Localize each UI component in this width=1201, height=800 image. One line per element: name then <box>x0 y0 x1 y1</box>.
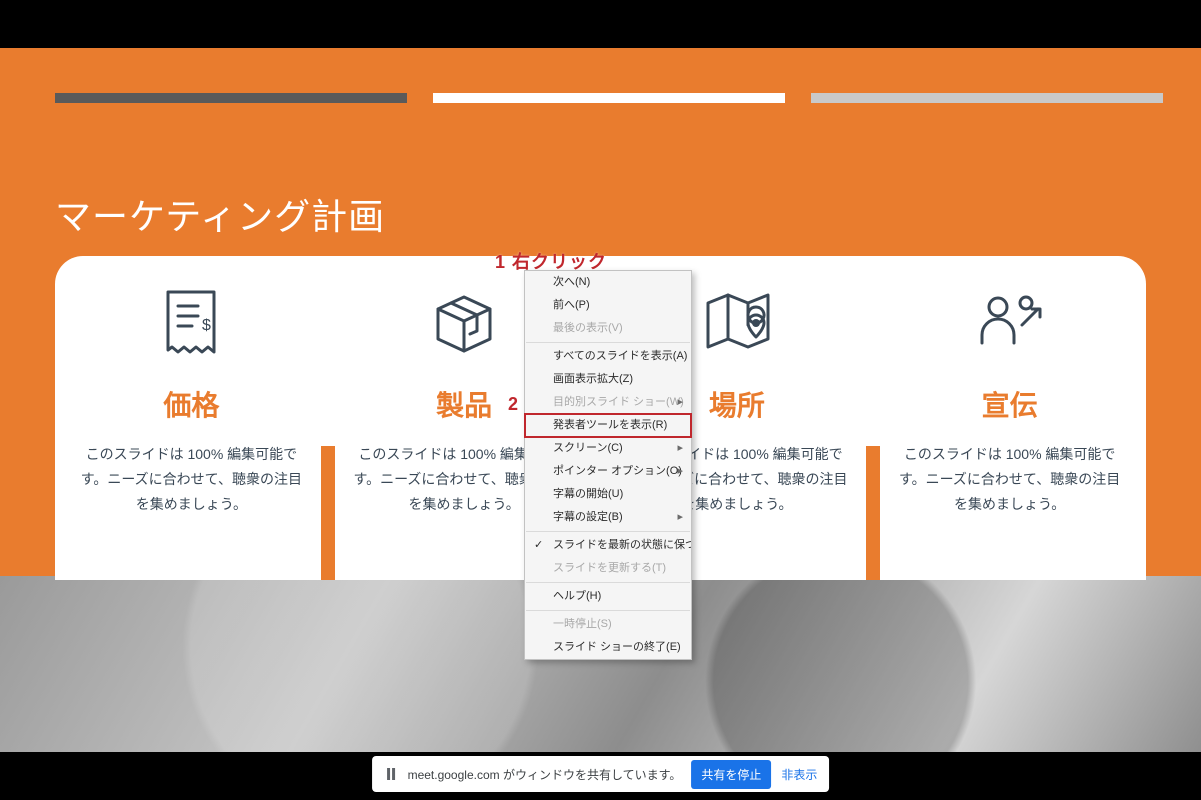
context-menu-item[interactable]: スクリーン(C)▸ <box>525 437 691 460</box>
card-promotion: 宣伝 このスライドは 100% 編集可能です。ニーズに合わせて、聴衆の注目を集め… <box>873 256 1146 580</box>
progress-bars <box>55 93 1163 103</box>
stage: マーケティング計画 $ 価格 このスライドは 100% 編集可能です。ニーズに合… <box>0 0 1201 800</box>
screen-share-bar: meet.google.com がウィンドウを共有しています。 共有を停止 非表… <box>372 756 830 792</box>
context-menu-item: 目的別スライド ショー(W)▸ <box>525 391 691 414</box>
svg-text:$: $ <box>202 317 211 334</box>
progress-bar-3 <box>811 93 1163 103</box>
context-menu-item[interactable]: 字幕の開始(U) <box>525 483 691 506</box>
share-status-text: meet.google.com がウィンドウを共有しています。 <box>408 766 682 783</box>
card-title: 場所 <box>709 384 765 424</box>
box-icon <box>426 282 502 362</box>
context-menu-item: スライドを更新する(T) <box>525 557 691 580</box>
context-menu-item[interactable]: 発表者ツールを表示(R) <box>525 414 691 437</box>
card-body: このスライドは 100% 編集可能です。ニーズに合わせて、聴衆の注目を集めましょ… <box>77 442 306 518</box>
presentation-slide[interactable]: マーケティング計画 $ 価格 このスライドは 100% 編集可能です。ニーズに合… <box>0 48 1201 752</box>
progress-bar-2 <box>433 93 785 103</box>
map-pin-icon <box>698 282 776 362</box>
check-icon: ✓ <box>534 534 543 557</box>
context-menu-separator <box>526 531 690 532</box>
card-price: $ 価格 このスライドは 100% 編集可能です。ニーズに合わせて、聴衆の注目を… <box>55 256 328 580</box>
card-title: 宣伝 <box>982 384 1038 424</box>
people-icon <box>968 282 1052 362</box>
context-menu-item[interactable]: ポインター オプション(O)▸ <box>525 460 691 483</box>
submenu-arrow-icon: ▸ <box>677 391 683 414</box>
context-menu-item[interactable]: 画面表示拡大(Z) <box>525 368 691 391</box>
context-menu-item[interactable]: 前へ(P) <box>525 294 691 317</box>
submenu-arrow-icon: ▸ <box>677 437 683 460</box>
context-menu-item[interactable]: ヘルプ(H) <box>525 585 691 608</box>
hide-sharing-bar-button[interactable]: 非表示 <box>781 766 817 783</box>
context-menu-item[interactable]: スライド ショーの終了(E) <box>525 636 691 659</box>
card-title: 製品 <box>436 384 492 424</box>
context-menu-item[interactable]: 次へ(N) <box>525 271 691 294</box>
share-indicator-icon <box>384 767 398 781</box>
context-menu-item[interactable]: 字幕の設定(B)▸ <box>525 506 691 529</box>
context-menu-separator <box>526 610 690 611</box>
context-menu-item: 最後の表示(V) <box>525 317 691 340</box>
context-menu-item: 一時停止(S) <box>525 613 691 636</box>
progress-bar-1 <box>55 93 407 103</box>
context-menu[interactable]: 次へ(N)前へ(P)最後の表示(V) すべてのスライドを表示(A)画面表示拡大(Z… <box>524 270 692 660</box>
context-menu-separator <box>526 342 690 343</box>
context-menu-item[interactable]: すべてのスライドを表示(A) <box>525 345 691 368</box>
receipt-icon: $ <box>158 282 224 362</box>
slide-title: マーケティング計画 <box>55 188 385 240</box>
card-body: このスライドは 100% 編集可能です。ニーズに合わせて、聴衆の注目を集めましょ… <box>895 442 1124 518</box>
submenu-arrow-icon: ▸ <box>677 460 683 483</box>
context-menu-item[interactable]: スライドを最新の状態に保つ(D)✓ <box>525 534 691 557</box>
context-menu-separator <box>526 582 690 583</box>
letterbox-top <box>0 0 1201 48</box>
submenu-arrow-icon: ▸ <box>677 506 683 529</box>
stop-sharing-button[interactable]: 共有を停止 <box>691 760 771 789</box>
card-title: 価格 <box>163 384 219 424</box>
